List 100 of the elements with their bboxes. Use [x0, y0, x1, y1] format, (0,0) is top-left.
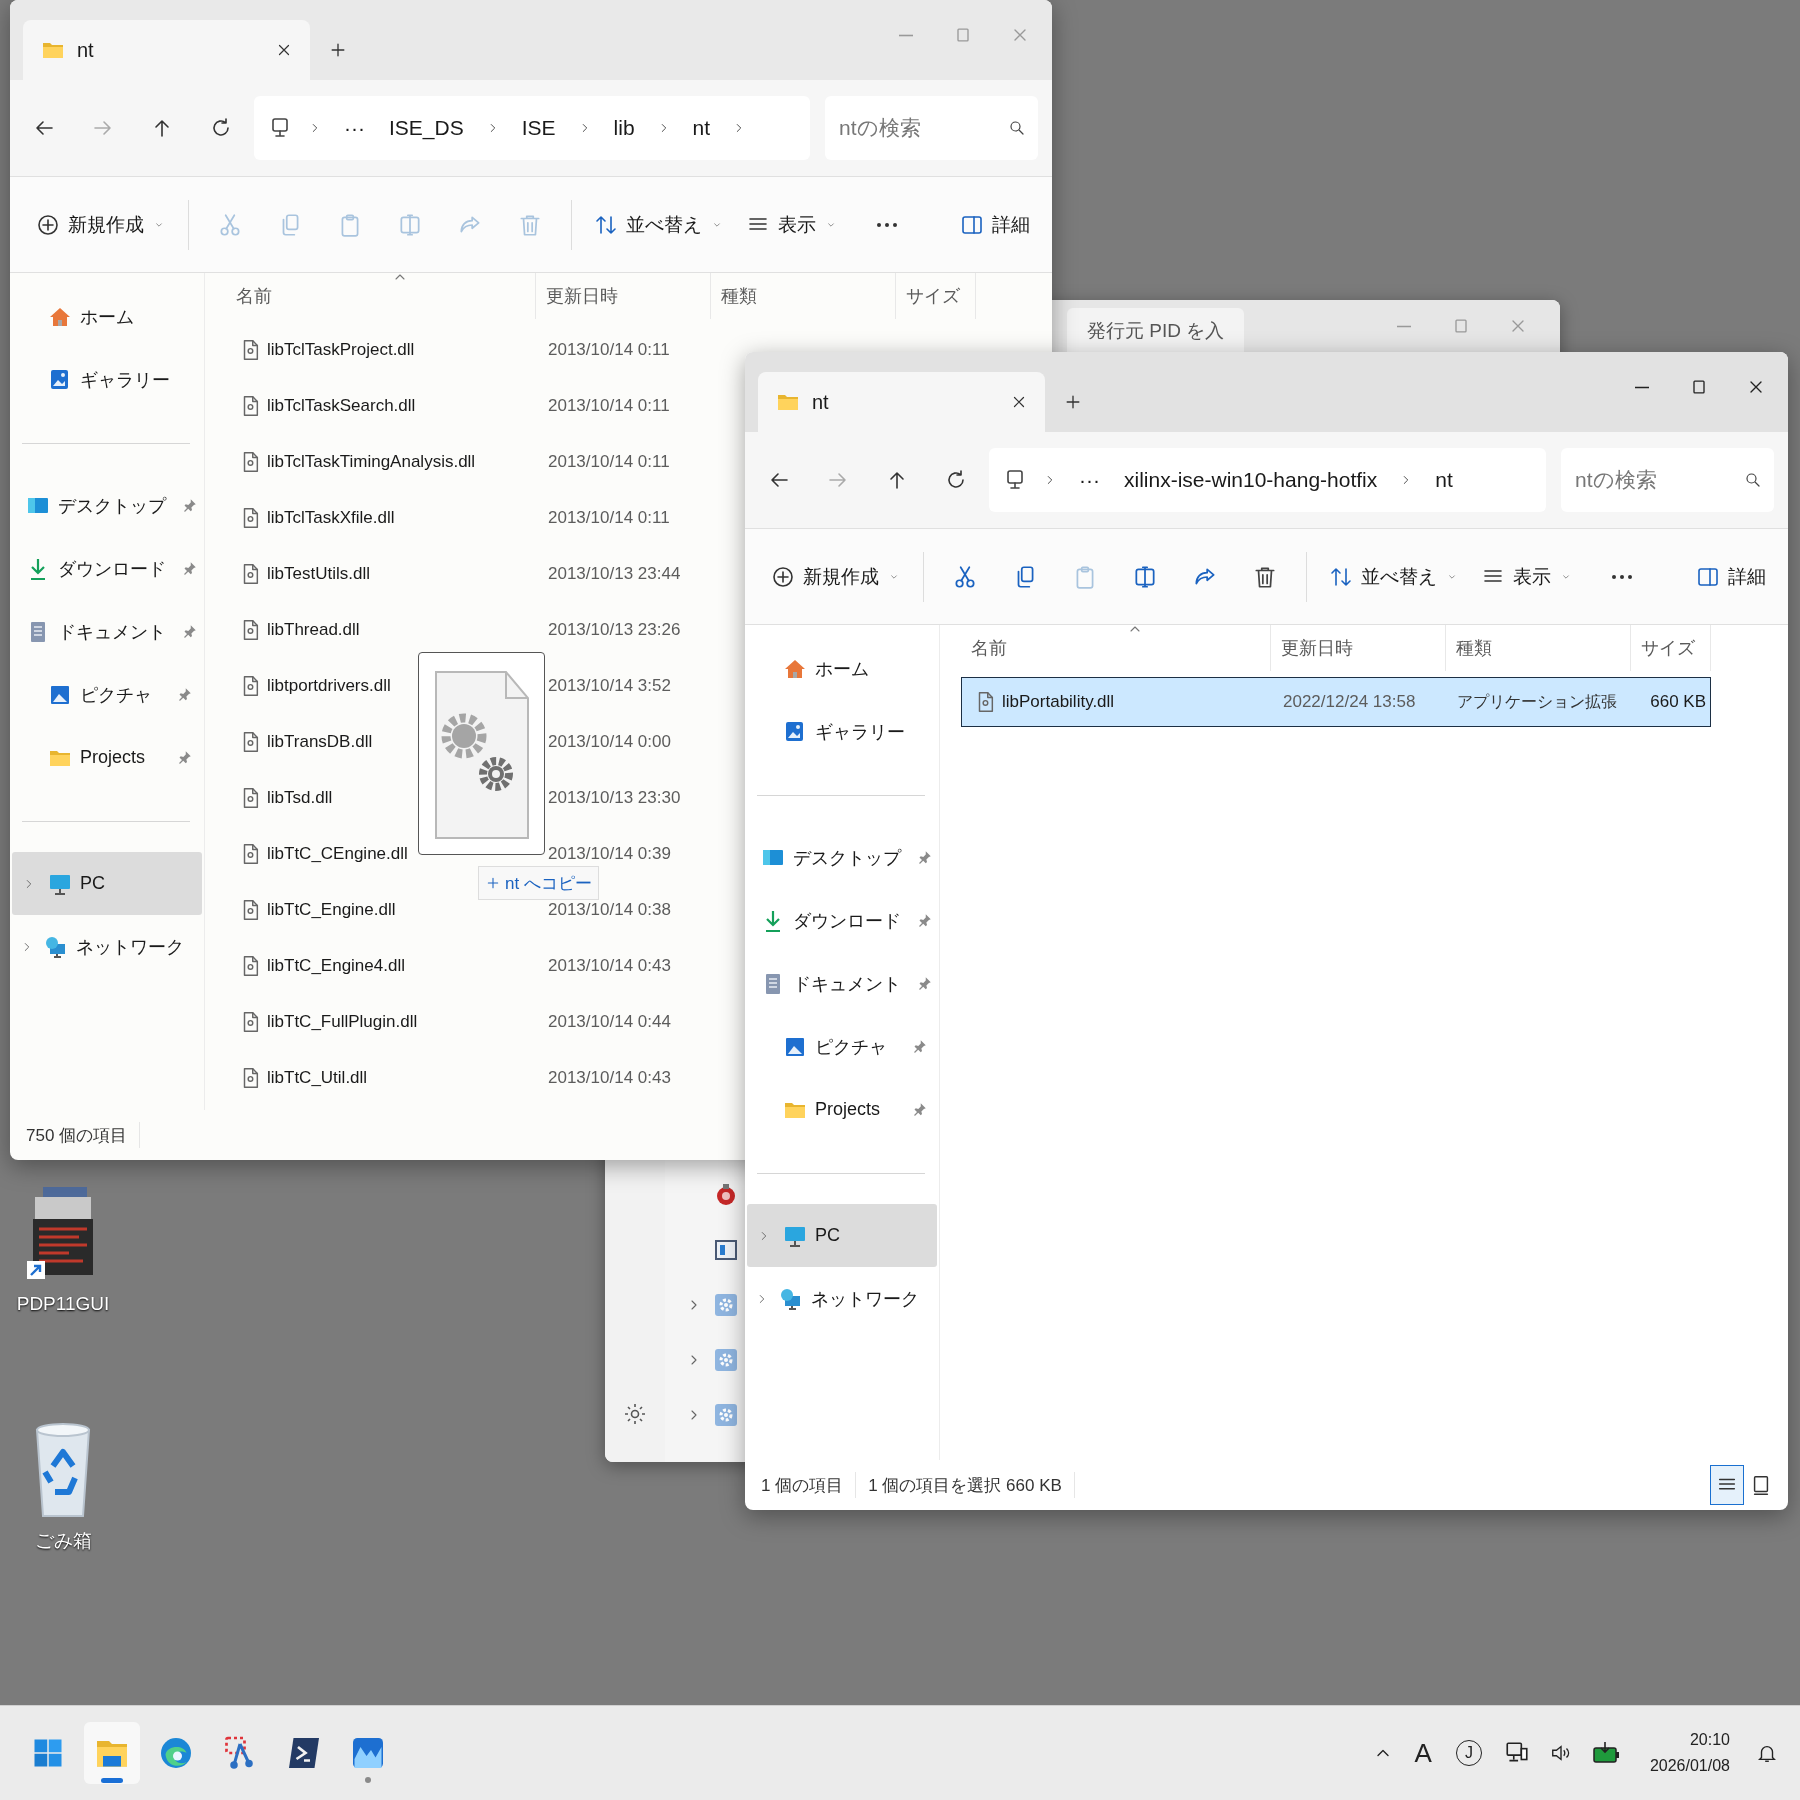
sidebar-item[interactable]: ホーム: [747, 637, 937, 700]
file-name: libTtC_CEngine.dll: [267, 844, 408, 864]
scissors-icon: [217, 211, 243, 238]
file-name: libTtC_Engine4.dll: [267, 956, 405, 976]
modified-date: 2013/10/14 0:44: [548, 1012, 671, 1031]
clock-date[interactable]: 2026/01/08: [1649, 1757, 1730, 1775]
chart-icon: [350, 1735, 386, 1771]
network-icon: [779, 1286, 803, 1311]
gear-icon[interactable]: [623, 1402, 647, 1426]
status-text: 750 個の項目: [26, 1124, 128, 1147]
more-icon: [876, 221, 898, 228]
sidebar-item[interactable]: ギャラリー: [747, 700, 937, 763]
file-name: libtportdrivers.dll: [267, 676, 391, 696]
sidebar-item[interactable]: Projects: [747, 1078, 937, 1141]
address-bar[interactable]: ··· xilinx-ise-win10-hang-hotfix nt: [989, 448, 1546, 512]
modified-date: 2013/10/14 0:43: [548, 956, 671, 975]
explorer-taskbar-button[interactable]: [84, 1722, 140, 1784]
file-type: アプリケーション拡張: [1457, 692, 1617, 710]
modified-date: 2013/10/14 0:11: [548, 508, 670, 527]
plus-circle-icon: [771, 564, 795, 589]
plus-icon: [485, 875, 501, 891]
file-name: libTtC_Util.dll: [267, 1068, 368, 1088]
pin-icon: [177, 750, 192, 765]
modified-date: 2013/10/14 0:11: [548, 396, 670, 415]
pin-icon: [177, 687, 192, 702]
sort-button[interactable]: 並べ替え: [1323, 554, 1465, 599]
network-icon: [44, 934, 68, 959]
sidebar-item[interactable]: デスクトップ: [747, 826, 937, 889]
drop-tooltip-text: nt へコピー: [505, 872, 592, 895]
details-view-button[interactable]: [1710, 1465, 1744, 1505]
pin-icon: [917, 913, 932, 928]
new-button[interactable]: 新規作成: [765, 554, 907, 599]
file-name: libTclTaskTimingAnalysis.dll: [267, 452, 476, 472]
speaker-icon[interactable]: [1549, 1742, 1572, 1764]
file-name: libTransDB.dll: [267, 732, 373, 752]
file-name: libTtC_FullPlugin.dll: [267, 1012, 418, 1032]
gear-icon: [715, 1404, 737, 1426]
search-field[interactable]: ntの検索: [1561, 448, 1774, 512]
status-text: 1 個の項目を選択 660 KB: [868, 1474, 1062, 1497]
column-header[interactable]: 更新日時: [1271, 625, 1446, 671]
file-name: libTclTaskSearch.dll: [267, 396, 416, 416]
file-name: libTestUtils.dll: [267, 564, 370, 584]
path-overflow[interactable]: ···: [338, 116, 371, 140]
rename-icon: [397, 211, 423, 238]
sidebar-item[interactable]: ピクチャ: [747, 1015, 937, 1078]
path-overflow[interactable]: ···: [1073, 468, 1106, 492]
scissors-icon: [952, 563, 978, 590]
rename-icon: [1132, 563, 1158, 590]
sidebar-item[interactable]: ドキュメント: [747, 952, 937, 1015]
plus-circle-icon: [36, 212, 60, 237]
modified-date: 2013/10/14 0:00: [548, 732, 671, 751]
pin-icon: [182, 561, 197, 576]
gear-icon: [715, 1294, 737, 1316]
file-row[interactable]: libPortability.dll 2022/12/24 13:58 アプリケーション拡張 660 KB: [961, 677, 1711, 727]
modified-date: 2013/10/14 3:52: [548, 676, 671, 695]
desktop-icon-label[interactable]: PDP11GUI: [16, 1293, 110, 1315]
sidebar-item[interactable]: ダウンロード: [747, 889, 937, 952]
pin-icon: [912, 1102, 927, 1117]
tab[interactable]: nt: [758, 372, 1045, 432]
file-name: libPortability.dll: [1002, 692, 1115, 712]
breadcrumb[interactable]: lib: [607, 116, 641, 140]
swirl-icon: [158, 1735, 194, 1771]
modified-date: 2013/10/13 23:30: [548, 788, 681, 807]
pin-icon: [912, 1039, 927, 1054]
modified-date: 2013/10/14 0:11: [548, 452, 670, 471]
breadcrumb[interactable]: nt: [686, 116, 717, 140]
pin-icon: [182, 498, 197, 513]
breadcrumb[interactable]: nt: [1429, 468, 1459, 492]
view-button[interactable]: 表示: [1475, 554, 1579, 599]
battery-icon[interactable]: [1591, 1740, 1620, 1766]
desktop-icon-label[interactable]: ごみ箱: [34, 1528, 92, 1554]
search-icon: [1744, 471, 1762, 489]
window-icon: [715, 1239, 737, 1261]
file-name: libTtC_Engine.dll: [267, 900, 396, 920]
terminal-icon: [286, 1735, 322, 1771]
search-icon: [1008, 119, 1026, 137]
clock-time[interactable]: 20:10: [1689, 1731, 1730, 1749]
pin-icon: [182, 624, 197, 639]
file-name: libThread.dll: [267, 620, 360, 640]
column-header[interactable]: 種類: [1446, 625, 1631, 671]
column-header[interactable]: 名前: [961, 625, 1271, 671]
file-name: libTclTaskProject.dll: [267, 340, 415, 360]
breadcrumb[interactable]: ISE_DS: [383, 116, 470, 140]
details-button[interactable]: 詳細: [1690, 554, 1772, 599]
ime-indicator[interactable]: A: [1414, 1737, 1432, 1769]
sidebar-item[interactable]: PC: [747, 1204, 937, 1267]
modified-date: 2013/10/13 23:26: [548, 620, 681, 639]
tab[interactable]: 発行元 PID を入: [1067, 308, 1245, 352]
modified-date: 2013/10/13 23:44: [548, 564, 681, 583]
file-name: libTsd.dll: [267, 788, 333, 808]
status-text: 1 個の項目: [761, 1474, 844, 1497]
file-size: 660 KB: [1650, 692, 1706, 711]
modified-date: 2013/10/14 0:11: [548, 340, 670, 359]
breadcrumb[interactable]: xilinx-ise-win10-hang-hotfix: [1118, 468, 1384, 492]
app-icon: [715, 1183, 737, 1207]
sidebar-item[interactable]: ネットワーク: [747, 1267, 937, 1330]
modified-date: 2013/10/14 0:43: [548, 1068, 671, 1087]
column-header[interactable]: サイズ: [1631, 625, 1711, 671]
modified-date: 2022/12/24 13:58: [1283, 692, 1416, 711]
breadcrumb[interactable]: ISE: [515, 116, 562, 140]
